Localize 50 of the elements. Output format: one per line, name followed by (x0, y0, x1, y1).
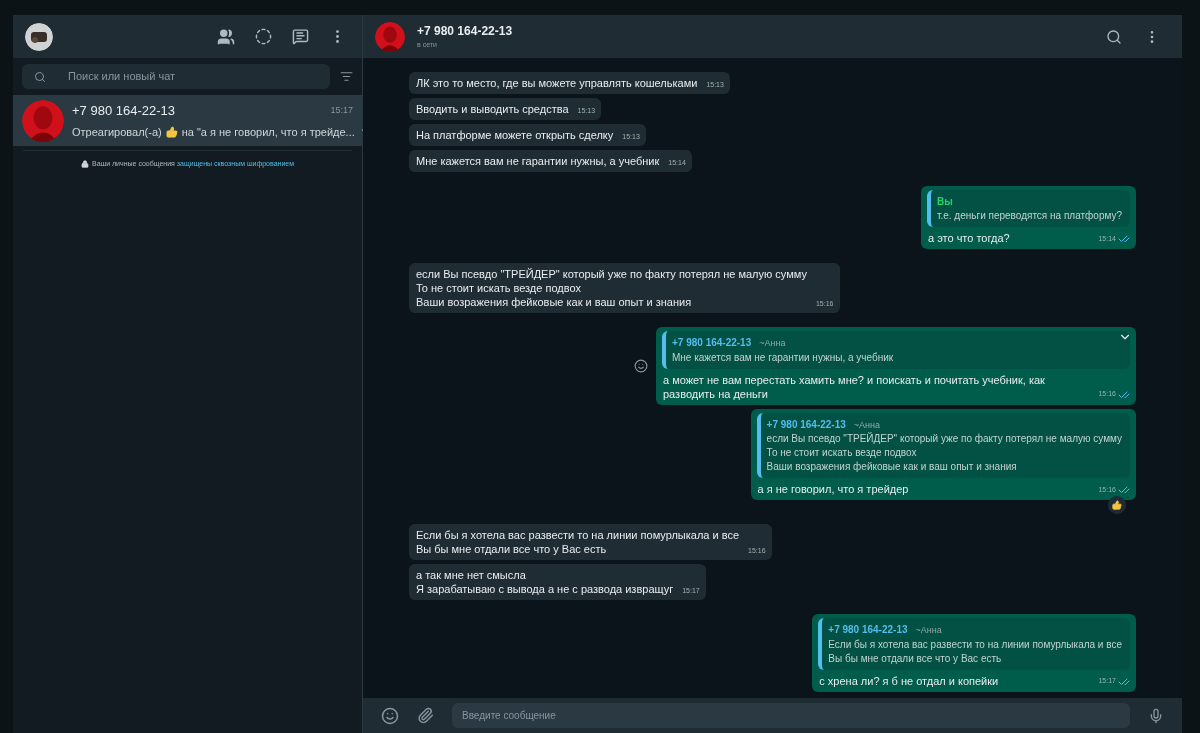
message-text: а я не говорил, что я трейдер (756, 482, 910, 496)
attach-icon[interactable] (417, 707, 434, 724)
message-text: а это что тогда? (927, 231, 1011, 245)
chat-preview: на "а я не говорил, что я трейде... (181, 124, 355, 140)
search-icon[interactable] (1106, 28, 1122, 45)
profile-avatar[interactable] (25, 22, 53, 51)
quote-author: +7 980 164-22-13 (828, 623, 908, 637)
emoji-icon[interactable] (634, 358, 648, 373)
quote-author: +7 980 164-22-13 (672, 336, 752, 350)
quoted-message[interactable]: +7 980 164-22-13 ~Анна Мне кажется вам не гарантии нужны, а учебник (662, 331, 1130, 369)
quote-author-note: ~Анна (853, 418, 881, 432)
message-bubble[interactable] (750, 408, 1136, 500)
quoted-message[interactable]: Вы т.е. деньги переводятся на платформу? (927, 190, 1130, 227)
chat-list-item[interactable]: +7 980 164-22-13 15:17 Отреагировал(-а) на "а я не говорил, что я трейде... (13, 95, 362, 146)
quote-author-note: ~Анна (915, 624, 942, 637)
message-input[interactable]: Введите сообщение (452, 703, 1130, 728)
message-text: На платформе можете открыть сделку (415, 128, 615, 142)
quote-text: т.е. деньги переводятся на платформу? (937, 209, 1122, 223)
search-icon (34, 70, 46, 83)
message-text: а так мне нет смысла Я зарабатываю с вывода а не с развода извращуг (415, 568, 675, 596)
message-text: ЛК это то место, где вы можете управлять кошельками (415, 76, 699, 90)
new-chat-icon[interactable] (292, 28, 309, 45)
microphone-icon[interactable] (1148, 707, 1164, 724)
quote-text: если Вы псевдо "ТРЕЙДЕР" который уже по факту потерял не малую сумму То не стоит искать везде подвох Ваши возражения фейковые как и ваш опыт и знания (766, 432, 1122, 474)
chat-preview: Отреагировал(-а) (72, 124, 162, 140)
contact-name: +7 980 164-22-13 (417, 23, 513, 41)
lock-icon (80, 160, 89, 169)
search-field[interactable]: Поиск или новый чат (22, 64, 330, 89)
quote-text: Мне кажется вам не гарантии нужны, а учебник (672, 350, 895, 365)
quoted-message[interactable]: +7 980 164-22-13 ~Анна если Вы псевдо "ТРЕЙДЕР" который уже по факту потерял не малую сумму То не стоит искать везде подвох Ваши возражения фейковые как и ваш опыт и знания (756, 412, 1130, 478)
reaction-badge[interactable] (1108, 496, 1126, 514)
search-input[interactable]: Поиск или новый чат (68, 68, 318, 85)
quote-text: Если бы я хотела вас развести то на линии помурлыкала и все Вы бы мне отдали все что у Вас есть (828, 637, 1122, 666)
message-text: Мне кажется вам не гарантии нужны, а учебник (415, 154, 661, 168)
message-text: если Вы псевдо "ТРЕЙДЕР" который уже по факту потерял не малую сумму То не стоит искать везде подвох Ваши возражения фейковые как и ваш опыт и знания (415, 267, 808, 309)
quote-author-note: ~Анна (759, 337, 786, 350)
message-text: Вводить и выводить средства (415, 102, 570, 116)
message-text: а может не вам перестать хамить мне? и поискать и почитать учебник, как разводить на деньги (662, 372, 1046, 401)
avatar[interactable] (375, 21, 405, 52)
quoted-message[interactable]: +7 980 164-22-13 ~Анна Если бы я хотела вас развести то на линии помурлыкала и все Вы бы мне отдали все что у Вас есть (818, 618, 1130, 670)
quote-author: +7 980 164-22-13 (766, 417, 846, 432)
quote-author: Вы (937, 195, 953, 209)
chat-time: 15:17 (330, 104, 353, 117)
message-text: Если бы я хотела вас развести то на линии помурлыкала и все Вы бы мне отдали все что у Вас есть (415, 528, 741, 556)
communities-icon[interactable] (217, 27, 235, 46)
message-text: с хрена ли? я б не отдал и копейки (818, 673, 1000, 688)
filter-icon[interactable] (340, 70, 353, 83)
emoji-icon[interactable] (381, 706, 399, 725)
status-icon[interactable] (255, 28, 272, 45)
chat-name: +7 980 164-22-13 (72, 102, 175, 120)
